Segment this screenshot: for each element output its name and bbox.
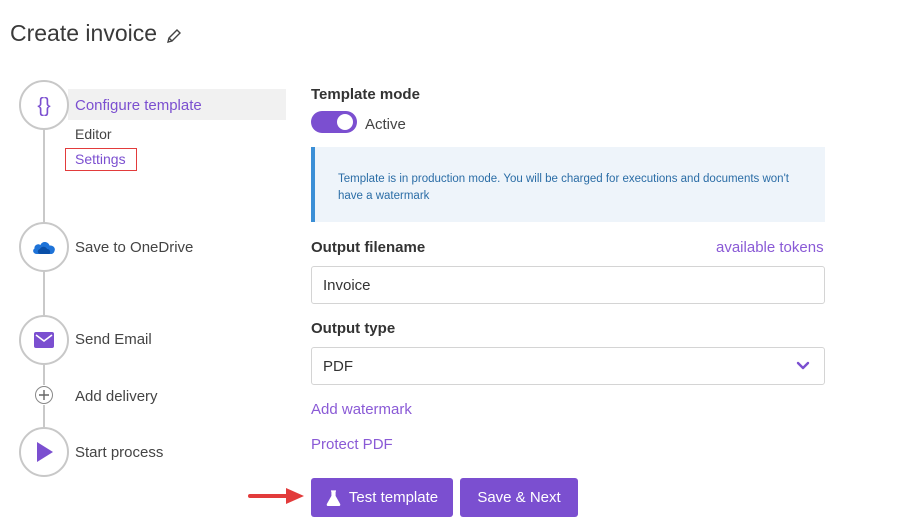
step-configure-template[interactable]: {}	[19, 80, 69, 130]
output-type-title: Output type	[311, 320, 396, 337]
add-delivery-button[interactable]	[35, 386, 53, 404]
template-mode-title: Template mode	[311, 86, 420, 103]
onedrive-cloud-icon	[33, 242, 55, 254]
flask-icon	[326, 489, 341, 506]
step-label-add-delivery[interactable]: Add delivery	[75, 388, 158, 405]
output-type-select[interactable]: PDF	[311, 347, 825, 385]
substep-settings[interactable]: Settings	[75, 151, 126, 167]
template-mode-toggle[interactable]	[311, 111, 357, 133]
toggle-knob	[337, 114, 353, 130]
step-label-start-process[interactable]: Start process	[75, 444, 163, 461]
production-mode-info-box: Template is in production mode. You will…	[311, 147, 825, 222]
step-label-send-email[interactable]: Send Email	[75, 331, 152, 348]
step-save-to-onedrive[interactable]	[19, 222, 69, 272]
stepper-line	[43, 405, 45, 427]
output-type-value: PDF	[323, 357, 353, 375]
stepper-line	[43, 365, 45, 385]
step-send-email[interactable]	[19, 315, 69, 365]
chevron-down-icon	[796, 361, 810, 370]
step-label-save-to-onedrive[interactable]: Save to OneDrive	[75, 239, 193, 256]
available-tokens-link[interactable]: available tokens	[716, 239, 824, 256]
stepper-line	[43, 270, 45, 315]
output-filename-title: Output filename	[311, 239, 426, 256]
page-title: Create invoice	[10, 20, 183, 47]
svg-text:{}: {}	[37, 95, 51, 117]
play-icon	[37, 442, 53, 462]
braces-icon: {}	[37, 95, 51, 117]
info-text: Template is in production mode. You will…	[338, 173, 789, 202]
test-template-button[interactable]: Test template	[311, 478, 453, 517]
envelope-icon	[34, 332, 54, 348]
toggle-label: Active	[365, 116, 406, 133]
red-arrow-annotation	[248, 488, 304, 504]
substep-editor[interactable]: Editor	[75, 126, 112, 142]
protect-pdf-link[interactable]: Protect PDF	[311, 436, 393, 453]
step-start-process[interactable]	[19, 427, 69, 477]
page-title-text: Create invoice	[10, 20, 158, 46]
save-next-label: Save & Next	[477, 489, 561, 506]
output-filename-input[interactable]: Invoice	[311, 266, 825, 304]
stepper-line	[43, 130, 45, 225]
plus-circle-icon	[39, 390, 49, 400]
add-watermark-link[interactable]: Add watermark	[311, 401, 412, 418]
step-label-configure-template[interactable]: Configure template	[75, 97, 202, 114]
save-next-button[interactable]: Save & Next	[460, 478, 578, 517]
pencil-icon[interactable]	[165, 27, 183, 45]
output-filename-value: Invoice	[323, 276, 371, 294]
test-template-label: Test template	[348, 489, 439, 506]
